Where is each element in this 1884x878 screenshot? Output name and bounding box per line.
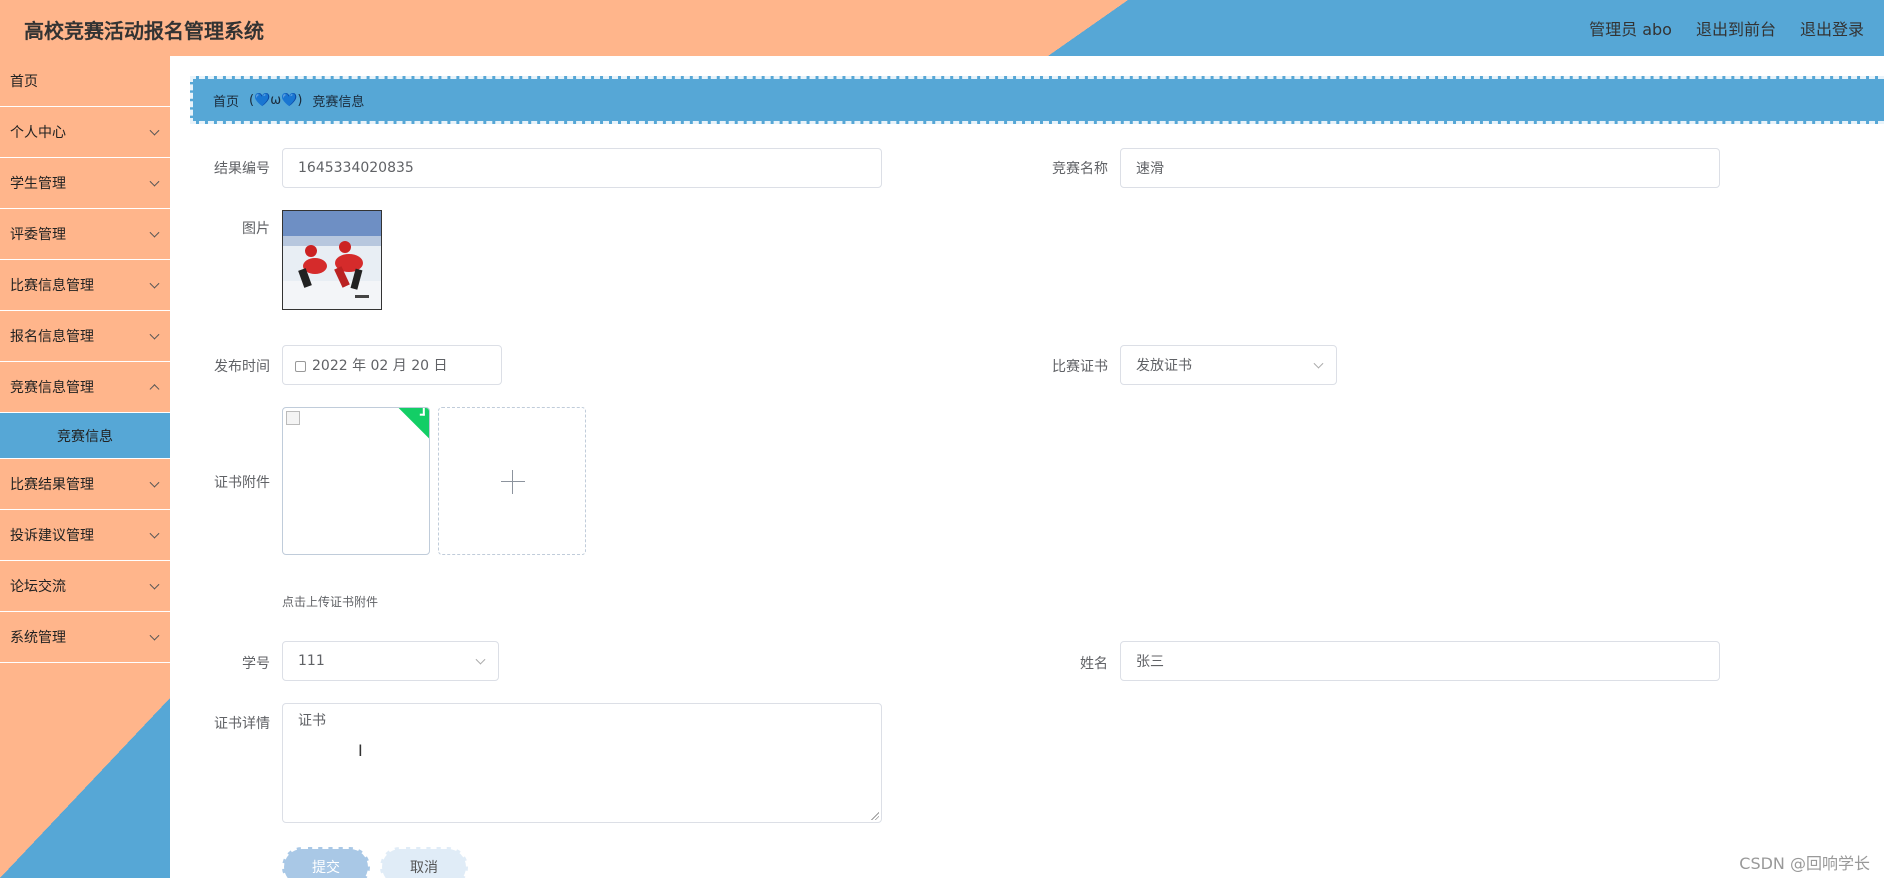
breadcrumb-current: 竞赛信息 — [312, 94, 365, 110]
chevron-down-icon — [149, 329, 160, 340]
sidebar-item-label: 比赛结果管理 — [10, 477, 94, 493]
sidebar-item-label: 论坛交流 — [10, 579, 66, 595]
upload-success-badge — [397, 408, 429, 440]
certificate-select-value: 发放证书 — [1136, 358, 1192, 374]
attachment-label: 证书附件 — [214, 475, 270, 491]
chevron-up-icon — [149, 384, 160, 395]
current-user-label: 管理员 abo — [1589, 20, 1672, 39]
breadcrumb-home[interactable]: 首页 — [213, 91, 239, 110]
sidebar-subitem-competition-info[interactable]: 竞赛信息 — [0, 413, 170, 459]
sidebar-item-label: 竞赛信息管理 — [10, 380, 94, 396]
student-no-select[interactable]: 111 — [282, 641, 499, 681]
sidebar-item-registration-management[interactable]: 报名信息管理 — [0, 311, 170, 362]
student-no-label: 学号 — [242, 656, 270, 672]
result-no-input[interactable]: 1645334020835 — [282, 148, 882, 188]
cert-detail-label: 证书详情 — [214, 716, 270, 732]
picture-label: 图片 — [242, 221, 270, 237]
chevron-down-icon — [149, 125, 160, 136]
sidebar: 首页 个人中心 学生管理 评委管理 比赛信息管理 报名信息管理 竞赛信息管理 竞… — [0, 56, 170, 878]
sidebar-item-label: 学生管理 — [10, 176, 66, 192]
sidebar-item-label: 比赛信息管理 — [10, 278, 94, 294]
cert-detail-value: 证书 — [298, 713, 326, 729]
resize-handle-icon[interactable] — [871, 812, 879, 820]
chevron-down-icon — [149, 176, 160, 187]
upload-attachment-button[interactable] — [438, 407, 586, 555]
upload-tip: 点击上传证书附件 — [282, 595, 379, 609]
result-no-label: 结果编号 — [214, 161, 270, 177]
sidebar-item-complaint-management[interactable]: 投诉建议管理 — [0, 510, 170, 561]
breadcrumb-separator: (💙ω💙) — [249, 92, 303, 108]
name-input[interactable]: 张三 — [1120, 641, 1720, 681]
sidebar-item-label: 系统管理 — [10, 630, 66, 646]
sidebar-item-label: 报名信息管理 — [10, 329, 94, 345]
sidebar-item-label: 首页 — [10, 74, 38, 90]
chevron-down-icon — [1313, 358, 1324, 369]
submit-button[interactable]: 提交 — [282, 847, 370, 878]
uploaded-attachment-card[interactable] — [282, 407, 430, 555]
publish-time-label: 发布时间 — [214, 359, 270, 375]
app-title: 高校竞赛活动报名管理系统 — [24, 19, 264, 43]
chevron-down-icon — [149, 477, 160, 488]
calendar-icon — [295, 360, 306, 372]
name-label: 姓名 — [1080, 656, 1108, 672]
sidebar-item-label: 竞赛信息 — [57, 428, 113, 445]
text-cursor-icon: I — [358, 741, 363, 760]
broken-image-icon — [286, 411, 300, 425]
competition-name-input[interactable]: 速滑 — [1120, 148, 1720, 188]
header-actions: 管理员 abo 退出到前台 退出登录 — [1589, 16, 1864, 40]
chevron-down-icon — [475, 654, 486, 665]
back-to-frontend-link[interactable]: 退出到前台 — [1696, 16, 1776, 40]
plus-icon — [501, 481, 525, 482]
sidebar-item-personal-center[interactable]: 个人中心 — [0, 107, 170, 158]
competition-name-label: 竞赛名称 — [1052, 161, 1108, 177]
sidebar-decoration — [0, 698, 170, 878]
chevron-down-icon — [149, 630, 160, 641]
sidebar-item-label: 投诉建议管理 — [10, 528, 94, 544]
sidebar-item-label: 个人中心 — [10, 125, 66, 141]
sidebar-item-system-management[interactable]: 系统管理 — [0, 612, 170, 663]
sidebar-item-student-management[interactable]: 学生管理 — [0, 158, 170, 209]
sidebar-item-judge-management[interactable]: 评委管理 — [0, 209, 170, 260]
cancel-button[interactable]: 取消 — [380, 847, 468, 878]
cert-detail-textarea[interactable]: 证书 — [282, 703, 882, 823]
page: 高校竞赛活动报名管理系统 管理员 abo 退出到前台 退出登录 首页 个人中心 … — [0, 0, 1884, 878]
sidebar-item-result-management[interactable]: 比赛结果管理 — [0, 459, 170, 510]
publish-time-datepicker[interactable]: 2022 年 02 月 20 日 — [282, 345, 502, 385]
chevron-down-icon — [149, 528, 160, 539]
sidebar-item-match-info-management[interactable]: 比赛信息管理 — [0, 260, 170, 311]
sidebar-item-forum[interactable]: 论坛交流 — [0, 561, 170, 612]
competition-image — [282, 210, 382, 310]
publish-time-value: 2022 年 02 月 20 日 — [312, 358, 448, 374]
chevron-down-icon — [149, 227, 160, 238]
sidebar-item-competition-info-management[interactable]: 竞赛信息管理 — [0, 362, 170, 413]
certificate-label: 比赛证书 — [1052, 359, 1108, 375]
check-icon — [419, 408, 425, 416]
certificate-select[interactable]: 发放证书 — [1120, 345, 1337, 385]
sidebar-item-home[interactable]: 首页 — [0, 56, 170, 107]
chevron-down-icon — [149, 278, 160, 289]
student-no-select-value: 111 — [298, 653, 325, 669]
watermark: CSDN @回响学长 — [1739, 854, 1870, 873]
chevron-down-icon — [149, 579, 160, 590]
breadcrumb: 首页 (💙ω💙) 竞赛信息 — [190, 76, 1884, 124]
sidebar-item-label: 评委管理 — [10, 227, 66, 243]
top-header: 高校竞赛活动报名管理系统 管理员 abo 退出到前台 退出登录 — [0, 0, 1884, 56]
logout-link[interactable]: 退出登录 — [1800, 16, 1864, 40]
